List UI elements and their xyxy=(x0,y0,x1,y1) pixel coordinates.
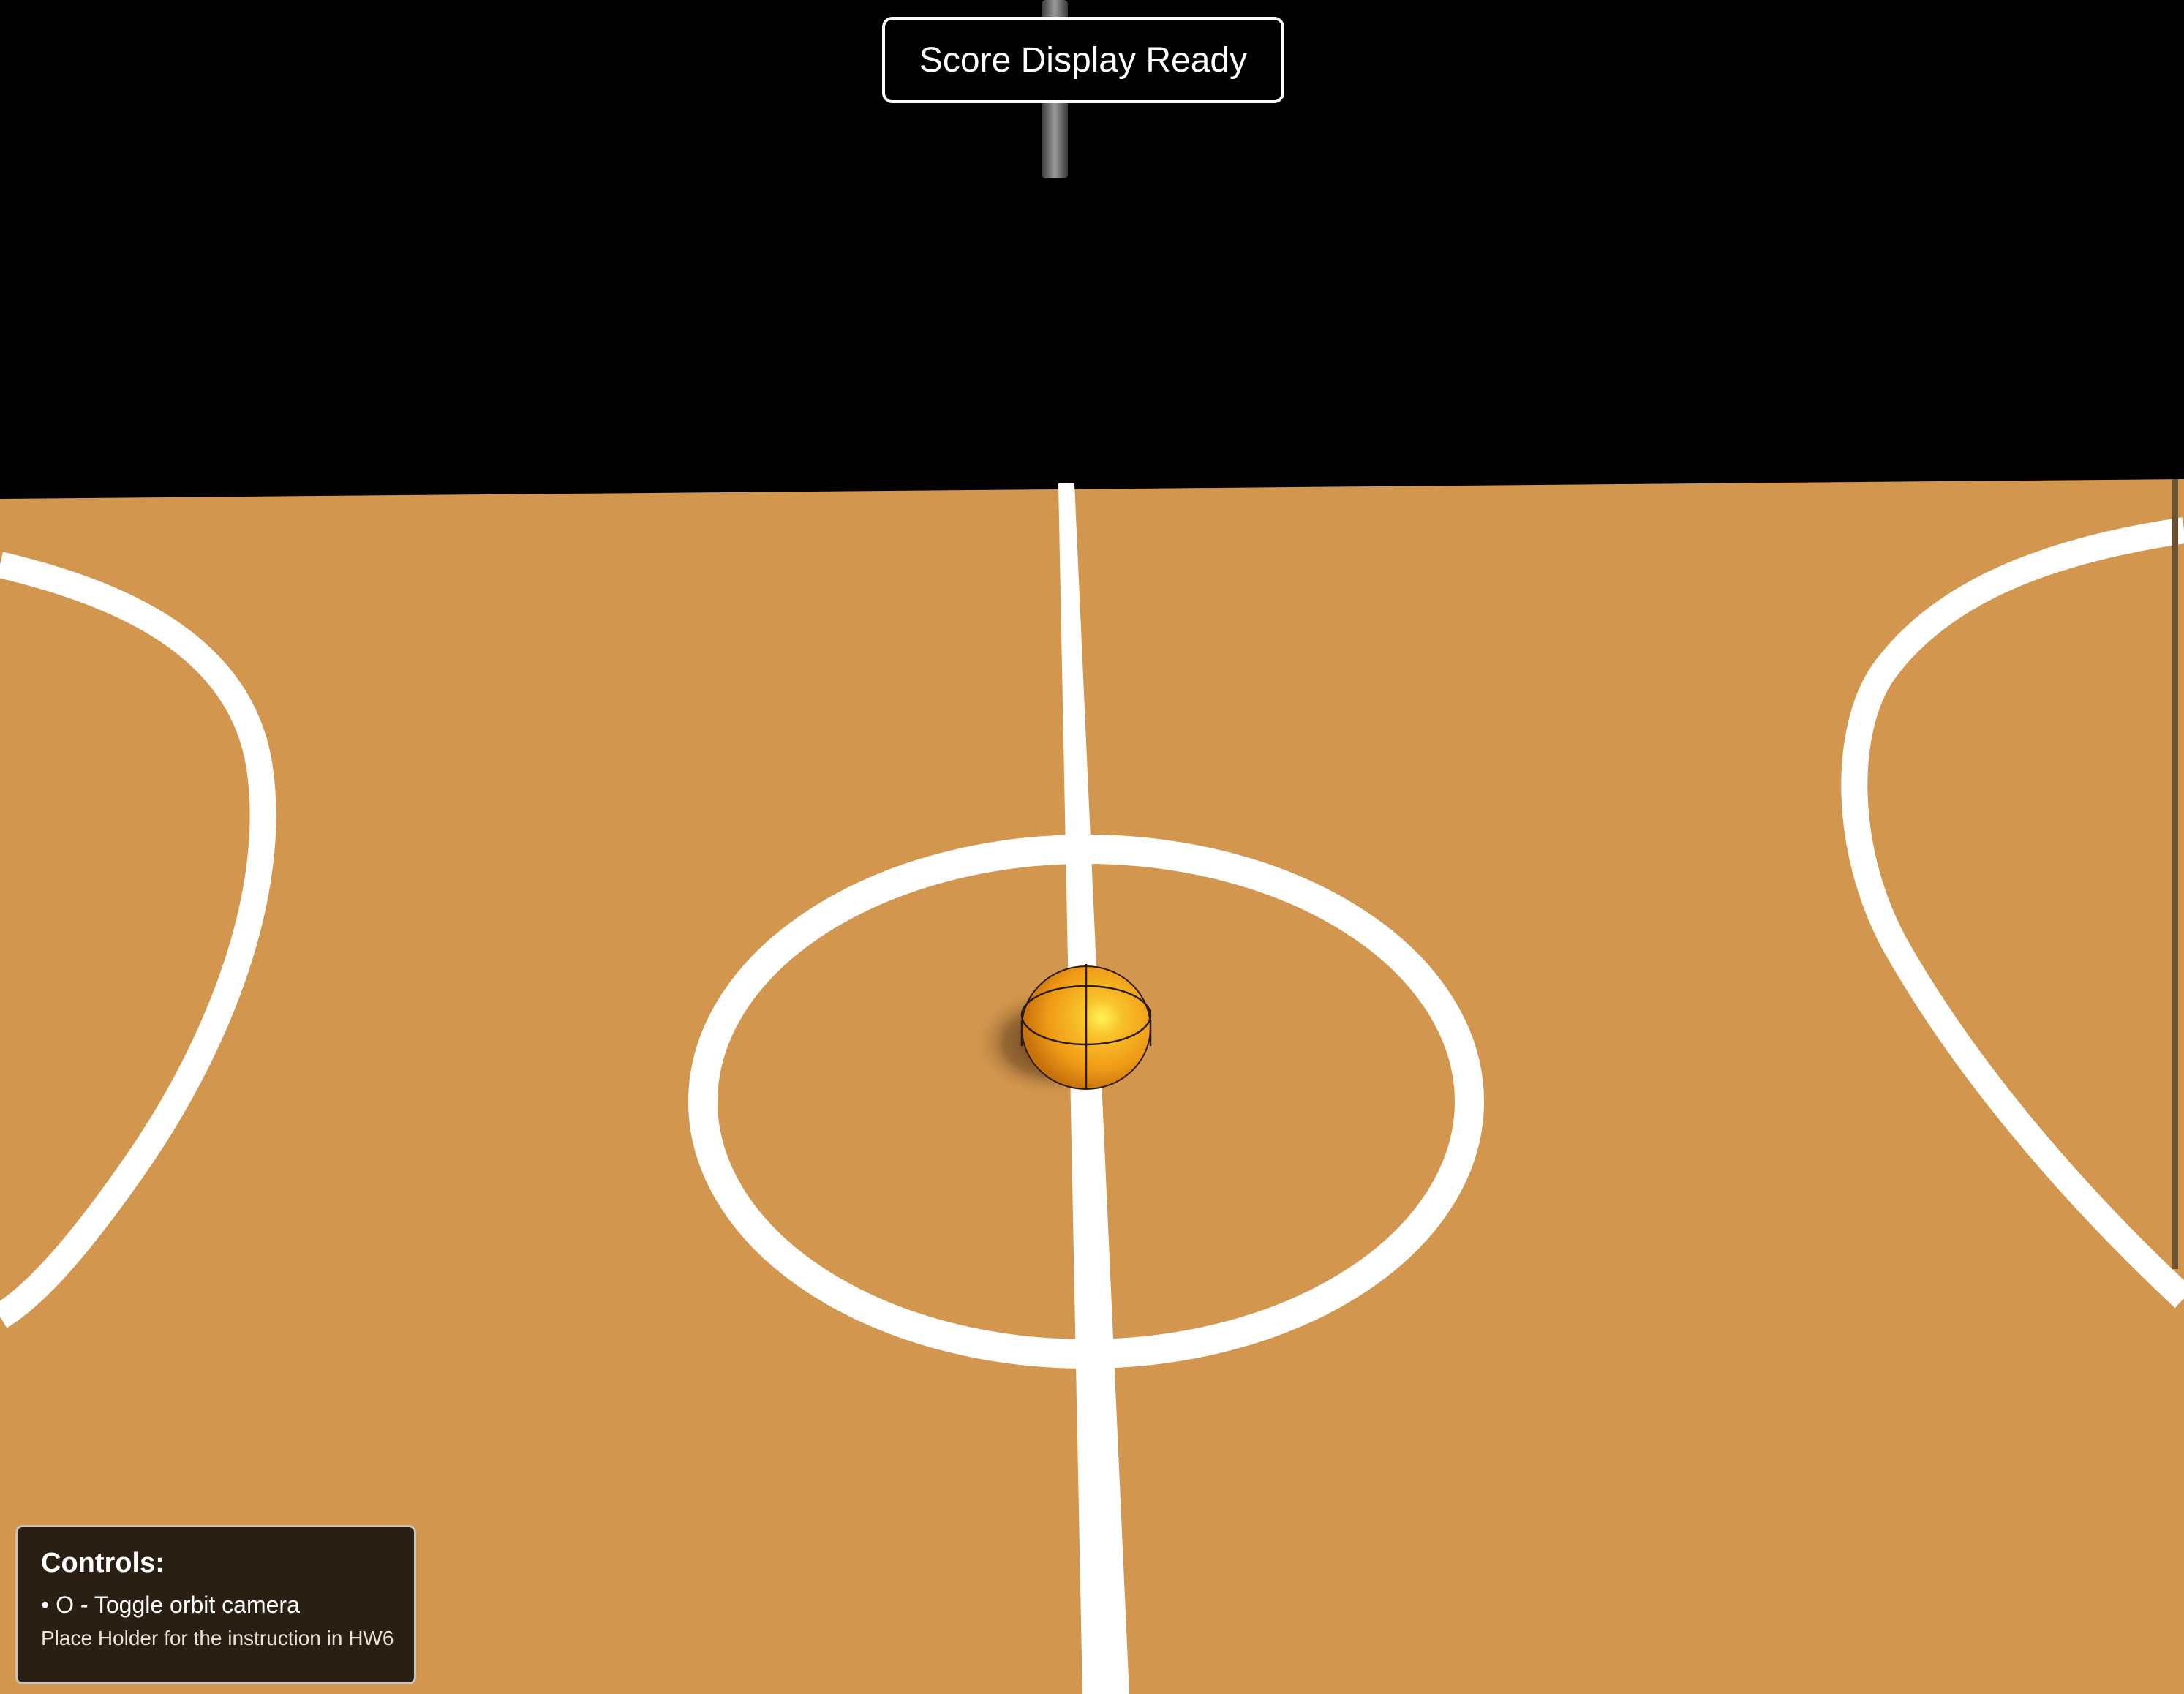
score-display: Score Display Ready xyxy=(882,17,1284,103)
controls-title: Controls: xyxy=(41,1548,165,1578)
controls-item-orbit-camera: • O - Toggle orbit camera xyxy=(41,1592,300,1618)
controls-panel: Controls: • O - Toggle orbit camera Plac… xyxy=(15,1525,416,1684)
basketball-icon[interactable] xyxy=(1020,964,1152,1090)
edge-line-right xyxy=(2172,479,2178,1269)
controls-note: Place Holder for the instruction in HW6 xyxy=(41,1627,394,1649)
court-scene[interactable] xyxy=(0,0,2184,1694)
